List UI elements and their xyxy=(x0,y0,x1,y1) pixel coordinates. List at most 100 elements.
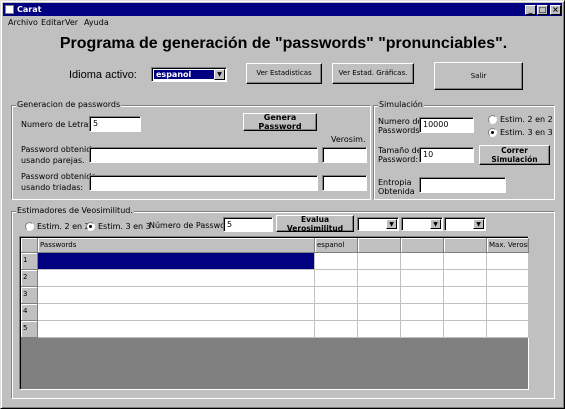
chevron-down-icon[interactable]: ▼ xyxy=(430,219,441,229)
parejas-output[interactable] xyxy=(89,147,318,163)
menu-archivo[interactable]: Archivo xyxy=(8,18,38,27)
title-bar[interactable]: Carat _ □ × xyxy=(3,3,562,16)
grid-header-col4[interactable] xyxy=(401,238,444,253)
grid-cell[interactable] xyxy=(401,270,444,287)
grid-header-espanol[interactable]: espanol xyxy=(315,238,358,253)
close-button[interactable]: × xyxy=(550,5,561,15)
results-grid[interactable]: Passwords espanol Max. Verosim 1 2 3 4 xyxy=(19,236,529,390)
grid-row-header[interactable]: 4 xyxy=(21,304,38,321)
generacion-title: Generacion de passwords xyxy=(16,100,122,110)
grid-cell[interactable] xyxy=(315,253,358,270)
verosim-parejas-output[interactable] xyxy=(322,147,367,163)
salir-button[interactable]: Salir xyxy=(434,62,523,90)
grid-cell[interactable] xyxy=(401,253,444,270)
est-select-2[interactable]: ▼ xyxy=(401,217,443,231)
sim-radio-2en2[interactable] xyxy=(488,115,497,124)
verosim-triadas-output[interactable] xyxy=(322,175,367,191)
menu-editar[interactable]: Editar xyxy=(41,18,65,27)
sim-radio-3en3-label: Estim. 3 en 3 xyxy=(500,128,553,137)
grid-cell[interactable] xyxy=(401,304,444,321)
grid-cell[interactable] xyxy=(487,321,529,338)
grid-cell[interactable] xyxy=(444,321,487,338)
window-title: Carat xyxy=(17,5,42,14)
grid-row-header[interactable]: 3 xyxy=(21,287,38,304)
grid-cell[interactable] xyxy=(444,253,487,270)
grid-cell[interactable] xyxy=(38,287,315,304)
sim-tam-input[interactable]: 10 xyxy=(419,147,474,163)
grid-cell[interactable] xyxy=(358,253,401,270)
grid-cell[interactable] xyxy=(315,304,358,321)
ver-estadisticas-button[interactable]: Ver Estadisticas xyxy=(246,63,322,84)
grid-cell[interactable] xyxy=(358,321,401,338)
grid-cell[interactable] xyxy=(487,304,529,321)
grid-cell[interactable] xyxy=(315,287,358,304)
est-num-input[interactable]: 5 xyxy=(223,217,273,232)
est-radio-2en2[interactable] xyxy=(25,222,34,231)
app-icon xyxy=(5,5,14,14)
chevron-down-icon[interactable]: ▼ xyxy=(214,69,225,80)
est-radio-2en2-label: Estim. 2 en 2 xyxy=(37,222,90,231)
correr-simulacion-button[interactable]: Correr Simulación xyxy=(479,145,550,165)
est-select-1[interactable]: ▼ xyxy=(357,217,399,231)
grid-cell[interactable] xyxy=(38,270,315,287)
sim-num-label-2: Passwords: xyxy=(378,126,423,135)
triadas-label-1: Password obtenido: xyxy=(21,172,99,181)
grid-cell[interactable] xyxy=(358,270,401,287)
sim-num-input[interactable]: 10000 xyxy=(419,117,474,133)
menu-ver[interactable]: Ver xyxy=(65,18,78,27)
grid-cell[interactable] xyxy=(444,287,487,304)
triadas-label-2: usando triadas: xyxy=(21,183,84,192)
grid-cell[interactable] xyxy=(487,253,529,270)
ver-graficas-button[interactable]: Ver Estad. Gráficas. xyxy=(332,63,414,84)
minimize-button[interactable]: _ xyxy=(525,5,536,15)
page-heading: Programa de generación de "passwords" "p… xyxy=(59,35,508,52)
sim-radio-3en3[interactable] xyxy=(488,128,497,137)
entropia-label-2: Obtenida xyxy=(378,187,415,196)
grid-cell[interactable] xyxy=(358,304,401,321)
grid-cell[interactable] xyxy=(38,253,315,270)
grid-cell[interactable] xyxy=(401,287,444,304)
grid-cell[interactable] xyxy=(315,321,358,338)
menu-bar: Archivo Editar Ver Ayuda xyxy=(3,17,562,29)
maximize-button[interactable]: □ xyxy=(537,5,548,15)
idioma-label: Idioma activo: xyxy=(69,69,137,81)
grid-cell[interactable] xyxy=(444,304,487,321)
grid-header-passwords[interactable]: Passwords xyxy=(38,238,315,253)
parejas-label-1: Password obtenido: xyxy=(21,145,99,154)
grid-cell[interactable] xyxy=(38,304,315,321)
grid-corner xyxy=(21,238,38,253)
idioma-value: espanol xyxy=(154,70,214,79)
grid-row-header[interactable]: 1 xyxy=(21,253,38,270)
grid-cell[interactable] xyxy=(401,321,444,338)
verosim-label: Verosim. xyxy=(331,135,366,144)
grid-header-col5[interactable] xyxy=(444,238,487,253)
triadas-output[interactable] xyxy=(89,175,318,191)
sim-tam-label-2: Password: xyxy=(378,155,419,164)
grid-row-header[interactable]: 5 xyxy=(21,321,38,338)
grid-cell[interactable] xyxy=(487,287,529,304)
grid-cell[interactable] xyxy=(358,287,401,304)
simulacion-title: Simulación xyxy=(378,100,424,110)
grid-cell[interactable] xyxy=(487,270,529,287)
grid-header-max-verosim[interactable]: Max. Verosim xyxy=(487,238,529,253)
menu-ayuda[interactable]: Ayuda xyxy=(84,18,109,27)
grid-cell[interactable] xyxy=(38,321,315,338)
main-window: Carat _ □ × Archivo Editar Ver Ayuda Pro… xyxy=(0,0,565,409)
idioma-select[interactable]: espanol ▼ xyxy=(151,67,227,82)
estimadores-title: Estimadores de Veosimilitud. xyxy=(16,206,134,216)
parejas-label-2: usando parejas. xyxy=(21,156,85,165)
grid-cell[interactable] xyxy=(315,270,358,287)
grid-cell[interactable] xyxy=(444,270,487,287)
chevron-down-icon[interactable]: ▼ xyxy=(386,219,397,229)
est-select-3[interactable]: ▼ xyxy=(444,217,486,231)
letras-input[interactable]: 5 xyxy=(89,116,141,132)
entropia-output[interactable] xyxy=(419,177,506,193)
est-radio-3en3[interactable] xyxy=(86,222,95,231)
letras-label: Numero de Letras: xyxy=(21,120,96,129)
sim-radio-2en2-label: Estim. 2 en 2 xyxy=(500,115,553,124)
genera-password-button[interactable]: Genera Password xyxy=(243,113,317,131)
chevron-down-icon[interactable]: ▼ xyxy=(473,219,484,229)
grid-row-header[interactable]: 2 xyxy=(21,270,38,287)
evalua-verosimilitud-button[interactable]: Evalua Verosimilitud xyxy=(276,215,354,233)
grid-header-col3[interactable] xyxy=(358,238,401,253)
